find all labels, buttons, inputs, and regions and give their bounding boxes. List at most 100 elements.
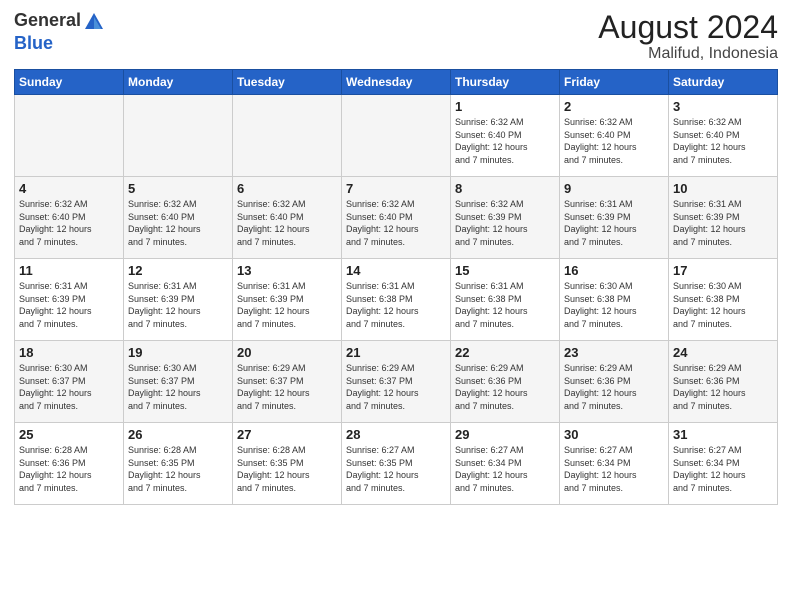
calendar-cell: 22 Sunrise: 6:29 AM Sunset: 6:36 PM Dayli… (451, 341, 560, 423)
weekday-header-row: Sunday Monday Tuesday Wednesday Thursday… (15, 70, 778, 95)
logo-blue: Blue (14, 33, 53, 53)
day-number: 18 (19, 345, 119, 360)
day-number: 25 (19, 427, 119, 442)
th-thursday: Thursday (451, 70, 560, 95)
day-info: Sunrise: 6:31 AM Sunset: 6:39 PM Dayligh… (673, 198, 773, 248)
calendar-title: August 2024 (598, 10, 778, 45)
day-info: Sunrise: 6:27 AM Sunset: 6:34 PM Dayligh… (564, 444, 664, 494)
th-friday: Friday (560, 70, 669, 95)
calendar-cell: 9Sunrise: 6:31 AM Sunset: 6:39 PM Daylig… (560, 177, 669, 259)
calendar-cell: 21Sunrise: 6:29 AM Sunset: 6:37 PM Dayli… (342, 341, 451, 423)
logo-icon (83, 11, 105, 33)
day-info: Sunrise: 6:31 AM Sunset: 6:38 PM Dayligh… (346, 280, 446, 330)
day-info: Sunrise: 6:30 AM Sunset: 6:38 PM Dayligh… (673, 280, 773, 330)
day-info: Sunrise: 6:28 AM Sunset: 6:36 PM Dayligh… (19, 444, 119, 494)
calendar-cell: 24 Sunrise: 6:29 AM Sunset: 6:36 PM Dayli… (669, 341, 778, 423)
day-info: Sunrise: 6:28 AM Sunset: 6:35 PM Dayligh… (128, 444, 228, 494)
day-number: 6 (237, 181, 337, 196)
calendar-week-row: 1 Sunrise: 6:32 AM Sunset: 6:40 PM Daylig… (15, 95, 778, 177)
calendar-cell (233, 95, 342, 177)
day-number: 17 (673, 263, 773, 278)
day-number: 26 (128, 427, 228, 442)
page: General Blue August 2024 Malifud, Indone… (0, 0, 792, 612)
day-number: 22 (455, 345, 555, 360)
calendar-cell (342, 95, 451, 177)
header: General Blue August 2024 Malifud, Indone… (14, 10, 778, 63)
calendar-cell: 1 Sunrise: 6:32 AM Sunset: 6:40 PM Daylig… (451, 95, 560, 177)
logo-general: General (14, 10, 81, 30)
day-info: Sunrise: 6:31 AM Sunset: 6:38 PM Dayligh… (455, 280, 555, 330)
day-info: Sunrise: 6:32 AM Sunset: 6:40 PM Dayligh… (673, 116, 773, 166)
calendar-cell: 5 Sunrise: 6:32 AM Sunset: 6:40 PM Daylig… (124, 177, 233, 259)
calendar-table: Sunday Monday Tuesday Wednesday Thursday… (14, 69, 778, 505)
day-number: 8 (455, 181, 555, 196)
day-info: Sunrise: 6:30 AM Sunset: 6:37 PM Dayligh… (128, 362, 228, 412)
day-info: Sunrise: 6:29 AM Sunset: 6:36 PM Dayligh… (455, 362, 555, 412)
day-number: 7 (346, 181, 446, 196)
calendar-cell: 14 Sunrise: 6:31 AM Sunset: 6:38 PM Dayli… (342, 259, 451, 341)
calendar-cell: 3Sunrise: 6:32 AM Sunset: 6:40 PM Daylig… (669, 95, 778, 177)
calendar-cell: 11 Sunrise: 6:31 AM Sunset: 6:39 PM Dayli… (15, 259, 124, 341)
day-number: 13 (237, 263, 337, 278)
calendar-cell: 20 Sunrise: 6:29 AM Sunset: 6:37 PM Dayli… (233, 341, 342, 423)
calendar-cell: 27 Sunrise: 6:28 AM Sunset: 6:35 PM Dayli… (233, 423, 342, 505)
title-block: August 2024 Malifud, Indonesia (598, 10, 778, 63)
day-number: 31 (673, 427, 773, 442)
day-number: 4 (19, 181, 119, 196)
day-number: 11 (19, 263, 119, 278)
calendar-cell: 30 Sunrise: 6:27 AM Sunset: 6:34 PM Dayli… (560, 423, 669, 505)
th-sunday: Sunday (15, 70, 124, 95)
calendar-cell: 7 Sunrise: 6:32 AM Sunset: 6:40 PM Daylig… (342, 177, 451, 259)
day-info: Sunrise: 6:27 AM Sunset: 6:35 PM Dayligh… (346, 444, 446, 494)
calendar-cell: 23 Sunrise: 6:29 AM Sunset: 6:36 PM Dayli… (560, 341, 669, 423)
day-info: Sunrise: 6:32 AM Sunset: 6:40 PM Dayligh… (19, 198, 119, 248)
day-info: Sunrise: 6:32 AM Sunset: 6:40 PM Dayligh… (455, 116, 555, 166)
logo-text: General Blue (14, 10, 105, 54)
calendar-cell: 28Sunrise: 6:27 AM Sunset: 6:35 PM Dayli… (342, 423, 451, 505)
day-info: Sunrise: 6:32 AM Sunset: 6:39 PM Dayligh… (455, 198, 555, 248)
day-info: Sunrise: 6:27 AM Sunset: 6:34 PM Dayligh… (455, 444, 555, 494)
day-info: Sunrise: 6:32 AM Sunset: 6:40 PM Dayligh… (237, 198, 337, 248)
day-number: 24 (673, 345, 773, 360)
day-number: 20 (237, 345, 337, 360)
calendar-cell: 8 Sunrise: 6:32 AM Sunset: 6:39 PM Daylig… (451, 177, 560, 259)
th-monday: Monday (124, 70, 233, 95)
day-number: 9 (564, 181, 664, 196)
day-info: Sunrise: 6:32 AM Sunset: 6:40 PM Dayligh… (564, 116, 664, 166)
calendar-cell: 18Sunrise: 6:30 AM Sunset: 6:37 PM Dayli… (15, 341, 124, 423)
day-number: 14 (346, 263, 446, 278)
day-number: 10 (673, 181, 773, 196)
calendar-cell: 13Sunrise: 6:31 AM Sunset: 6:39 PM Dayli… (233, 259, 342, 341)
logo: General Blue (14, 10, 105, 54)
calendar-cell: 6 Sunrise: 6:32 AM Sunset: 6:40 PM Daylig… (233, 177, 342, 259)
th-wednesday: Wednesday (342, 70, 451, 95)
day-info: Sunrise: 6:29 AM Sunset: 6:36 PM Dayligh… (673, 362, 773, 412)
day-info: Sunrise: 6:32 AM Sunset: 6:40 PM Dayligh… (346, 198, 446, 248)
day-info: Sunrise: 6:29 AM Sunset: 6:36 PM Dayligh… (564, 362, 664, 412)
day-number: 27 (237, 427, 337, 442)
calendar-cell: 25 Sunrise: 6:28 AM Sunset: 6:36 PM Dayli… (15, 423, 124, 505)
calendar-cell: 15Sunrise: 6:31 AM Sunset: 6:38 PM Dayli… (451, 259, 560, 341)
day-number: 1 (455, 99, 555, 114)
calendar-week-row: 25 Sunrise: 6:28 AM Sunset: 6:36 PM Dayli… (15, 423, 778, 505)
day-number: 23 (564, 345, 664, 360)
calendar-cell: 12 Sunrise: 6:31 AM Sunset: 6:39 PM Dayli… (124, 259, 233, 341)
day-number: 5 (128, 181, 228, 196)
calendar-cell (15, 95, 124, 177)
calendar-cell: 4 Sunrise: 6:32 AM Sunset: 6:40 PM Daylig… (15, 177, 124, 259)
day-info: Sunrise: 6:29 AM Sunset: 6:37 PM Dayligh… (237, 362, 337, 412)
day-info: Sunrise: 6:28 AM Sunset: 6:35 PM Dayligh… (237, 444, 337, 494)
day-number: 30 (564, 427, 664, 442)
day-info: Sunrise: 6:32 AM Sunset: 6:40 PM Dayligh… (128, 198, 228, 248)
calendar-week-row: 18 Sunrise: 6:30 AM Sunset: 6:37 PM Dayli… (15, 341, 778, 423)
calendar-cell (124, 95, 233, 177)
th-tuesday: Tuesday (233, 70, 342, 95)
day-info: Sunrise: 6:31 AM Sunset: 6:39 PM Dayligh… (19, 280, 119, 330)
th-saturday: Saturday (669, 70, 778, 95)
calendar-week-row: 11 Sunrise: 6:31 AM Sunset: 6:39 PM Dayli… (15, 259, 778, 341)
day-info: Sunrise: 6:27 AM Sunset: 6:34 PM Dayligh… (673, 444, 773, 494)
day-info: Sunrise: 6:30 AM Sunset: 6:38 PM Dayligh… (564, 280, 664, 330)
calendar-cell: 16Sunrise: 6:30 AM Sunset: 6:38 PM Dayli… (560, 259, 669, 341)
day-info: Sunrise: 6:31 AM Sunset: 6:39 PM Dayligh… (128, 280, 228, 330)
day-number: 12 (128, 263, 228, 278)
